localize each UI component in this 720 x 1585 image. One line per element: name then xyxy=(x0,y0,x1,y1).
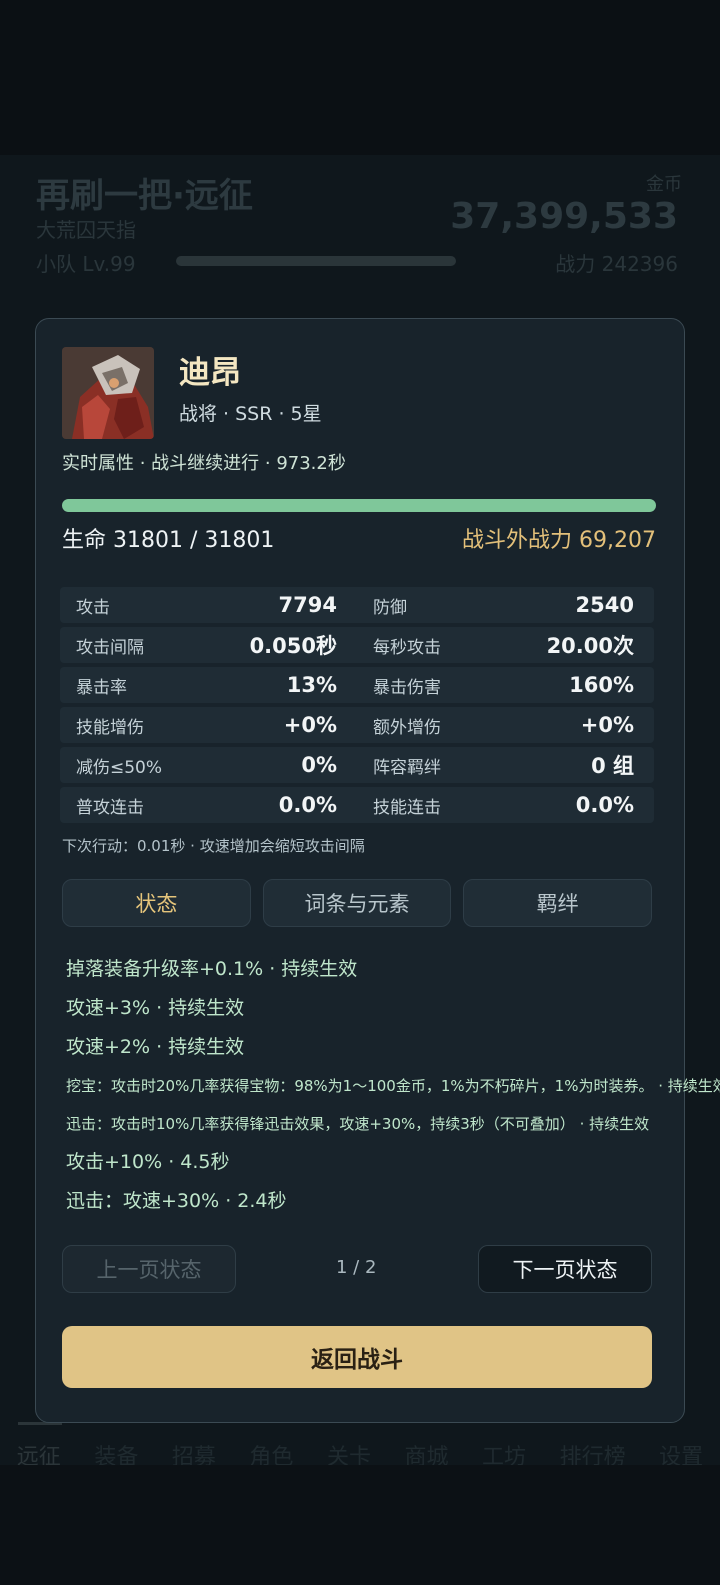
next-page-button[interactable]: 下一页状态 xyxy=(478,1245,652,1293)
stat-cell: 技能增伤 +0% xyxy=(60,707,357,743)
realtime-status: 实时属性 · 战斗继续进行 · 973.2秒 xyxy=(62,453,346,474)
stat-value: 0.0% xyxy=(575,793,634,817)
hp-text: 生命 31801 / 31801 xyxy=(62,528,275,553)
stat-value: 0 组 xyxy=(591,754,634,778)
background-gold-label: 金币 xyxy=(646,174,682,195)
stat-row: 减伤≤50% 0% 阵容羁绊 0 组 xyxy=(60,747,654,783)
bottom-area xyxy=(0,1465,720,1585)
stat-label: 阵容羁绊 xyxy=(373,757,441,778)
hero-name: 迪昂 xyxy=(179,355,241,391)
stat-label: 减伤≤50% xyxy=(76,757,163,778)
stat-cell: 每秒攻击 20.00次 xyxy=(357,627,654,663)
stat-row: 技能增伤 +0% 额外增伤 +0% xyxy=(60,707,654,743)
next-action-hint: 下次行动：0.01秒 · 攻速增加会缩短攻击间隔 xyxy=(62,837,365,855)
effect-item: 攻速+3% · 持续生效 xyxy=(66,997,245,1019)
stat-label: 攻击 xyxy=(76,597,110,618)
stat-cell: 普攻连击 0.0% xyxy=(60,787,357,823)
effect-item: 攻速+2% · 持续生效 xyxy=(66,1036,245,1058)
background-progress-bar xyxy=(176,256,456,266)
return-to-battle-button[interactable]: 返回战斗 xyxy=(62,1326,652,1388)
stat-row: 暴击率 13% 暴击伤害 160% xyxy=(60,667,654,703)
effects-list: 掉落装备升级率+0.1% · 持续生效 攻速+3% · 持续生效 攻速+2% ·… xyxy=(66,956,720,1227)
stat-cell: 技能连击 0.0% xyxy=(357,787,654,823)
tab-bonds[interactable]: 羁绊 xyxy=(463,879,653,927)
stat-label: 暴击伤害 xyxy=(373,677,441,698)
effect-item: 掉落装备升级率+0.1% · 持续生效 xyxy=(66,958,358,980)
stat-cell: 攻击 7794 xyxy=(60,587,357,623)
stat-label: 技能连击 xyxy=(373,797,441,818)
effect-item: 挖宝：攻击时20%几率获得宝物：98%为1～100金币，1%为不朽碎片，1%为时… xyxy=(66,1077,720,1095)
hero-portrait-image xyxy=(62,347,154,439)
stat-cell: 攻击间隔 0.050秒 xyxy=(60,627,357,663)
stat-label: 普攻连击 xyxy=(76,797,144,818)
stat-label: 暴击率 xyxy=(76,677,127,698)
tab-affixes-elements[interactable]: 词条与元素 xyxy=(262,879,452,927)
stats-grid: 攻击 7794 防御 2540 攻击间隔 0.050秒 每秒攻击 20.00次 暴击率 1… xyxy=(60,587,654,827)
stat-cell: 防御 2540 xyxy=(357,587,654,623)
stat-value: 0.050秒 xyxy=(249,634,337,658)
tab-status[interactable]: 状态 xyxy=(62,879,251,927)
stat-row: 攻击间隔 0.050秒 每秒攻击 20.00次 xyxy=(60,627,654,663)
background-subtitle: 大荒囚天指 xyxy=(36,218,136,242)
effect-item: 攻击+10% · 4.5秒 xyxy=(66,1151,230,1173)
prev-page-button[interactable]: 上一页状态 xyxy=(62,1245,236,1293)
stat-label: 攻击间隔 xyxy=(76,637,144,658)
background-squad-level: 小队 Lv.99 xyxy=(36,252,136,276)
page-indicator: 1 / 2 xyxy=(336,1257,377,1278)
hero-meta: 战将 · SSR · 5星 xyxy=(179,403,322,425)
hero-detail-modal: 迪昂 战将 · SSR · 5星 实时属性 · 战斗继续进行 · 973.2秒 … xyxy=(35,318,720,1423)
hero-portrait xyxy=(62,347,154,439)
stat-cell: 减伤≤50% 0% xyxy=(60,747,357,783)
stat-value: +0% xyxy=(283,713,337,737)
stat-value: 13% xyxy=(286,673,337,697)
stat-cell: 暴击伤害 160% xyxy=(357,667,654,703)
effect-item: 迅击：攻速+30% · 2.4秒 xyxy=(66,1190,287,1212)
stat-label: 每秒攻击 xyxy=(373,637,441,658)
hp-bar xyxy=(62,499,656,512)
stat-row: 普攻连击 0.0% 技能连击 0.0% xyxy=(60,787,654,823)
effect-item: 迅击：攻击时10%几率获得锋迅击效果，攻速+30%，持续3秒（不可叠加） · 持… xyxy=(66,1115,650,1133)
stat-value: 0% xyxy=(301,753,337,777)
detail-tabs: 状态 词条与元素 羁绊 xyxy=(62,879,653,927)
stat-label: 额外增伤 xyxy=(373,717,441,738)
stat-cell: 额外增伤 +0% xyxy=(357,707,654,743)
stat-value: 2540 xyxy=(575,593,634,617)
status-bar-area xyxy=(0,0,720,155)
stat-cell: 阵容羁绊 0 组 xyxy=(357,747,654,783)
stat-value: 160% xyxy=(569,673,634,697)
stat-label: 技能增伤 xyxy=(76,717,144,738)
stat-label: 防御 xyxy=(373,597,407,618)
stat-row: 攻击 7794 防御 2540 xyxy=(60,587,654,623)
stat-value: +0% xyxy=(580,713,634,737)
stat-value: 20.00次 xyxy=(546,634,634,658)
stat-value: 7794 xyxy=(278,593,337,617)
stat-cell: 暴击率 13% xyxy=(60,667,357,703)
background-gold-value: 37,399,533 xyxy=(450,196,678,237)
combat-power: 战斗外战力 69,207 xyxy=(462,528,656,553)
effects-pager: 上一页状态 1 / 2 下一页状态 xyxy=(62,1245,652,1293)
background-power: 战力 242396 xyxy=(555,252,678,276)
stat-value: 0.0% xyxy=(278,793,337,817)
background-title: 再刷一把·远征 xyxy=(36,176,253,216)
